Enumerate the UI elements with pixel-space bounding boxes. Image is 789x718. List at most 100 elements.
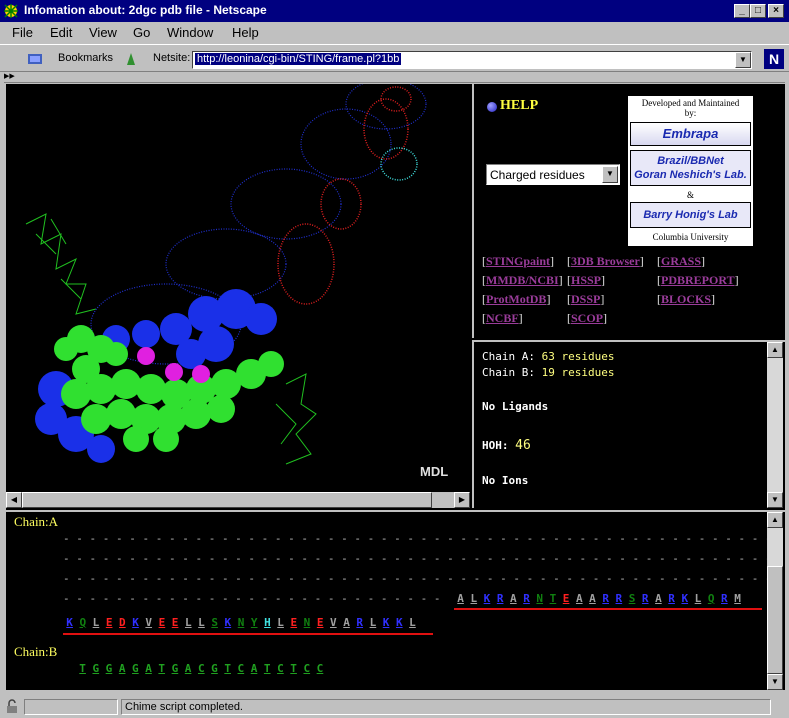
residue[interactable]: E bbox=[103, 616, 116, 629]
brazil-bbnet-logo[interactable]: Brazil/BBNet Goran Neshich's Lab. bbox=[630, 150, 751, 186]
seq-scroll-down-button[interactable]: ▼ bbox=[767, 674, 783, 690]
info-scroll-down-button[interactable]: ▼ bbox=[767, 492, 783, 508]
residue[interactable]: A bbox=[573, 592, 586, 605]
residue[interactable]: A bbox=[454, 592, 467, 605]
maximize-button[interactable]: □ bbox=[750, 4, 766, 18]
residue[interactable]: E bbox=[155, 616, 168, 629]
link-hssp[interactable]: HSSP bbox=[571, 273, 601, 287]
residue[interactable]: L bbox=[274, 616, 287, 629]
bookmarks-button[interactable]: Bookmarks bbox=[58, 52, 113, 64]
residue[interactable]: R bbox=[494, 592, 507, 605]
residue[interactable]: R bbox=[520, 592, 533, 605]
menu-view[interactable]: View bbox=[89, 25, 117, 40]
link-protmotdb[interactable]: ProtMotDB bbox=[486, 292, 546, 306]
residue[interactable]: R bbox=[612, 592, 625, 605]
residue[interactable]: L bbox=[366, 616, 379, 629]
location-icon[interactable] bbox=[124, 51, 138, 67]
residue[interactable]: K bbox=[63, 616, 76, 629]
residue[interactable]: V bbox=[327, 616, 340, 629]
residue[interactable]: A bbox=[340, 616, 353, 629]
residue[interactable]: E bbox=[287, 616, 300, 629]
embrapa-logo[interactable]: Embrapa bbox=[630, 122, 751, 146]
close-button[interactable]: × bbox=[768, 4, 784, 18]
seq-scroll-thumb[interactable] bbox=[767, 566, 783, 674]
info-vscrollbar[interactable]: ▲ ▼ bbox=[767, 342, 783, 508]
residue[interactable]: G bbox=[102, 662, 115, 675]
residue[interactable]: R bbox=[353, 616, 366, 629]
residue[interactable]: T bbox=[287, 662, 300, 675]
residue[interactable]: G bbox=[168, 662, 181, 675]
residue[interactable]: L bbox=[195, 616, 208, 629]
scroll-right-button[interactable]: ▶ bbox=[454, 492, 470, 508]
residue[interactable]: D bbox=[116, 616, 129, 629]
link-mmdb-ncbi[interactable]: MMDB/NCBI bbox=[486, 273, 559, 287]
residue[interactable]: T bbox=[261, 662, 274, 675]
molecule-hscrollbar[interactable]: ◀ ▶ bbox=[6, 492, 470, 508]
hscroll-thumb[interactable] bbox=[22, 492, 432, 508]
info-scroll-up-button[interactable]: ▲ bbox=[767, 342, 783, 358]
link-pdbreport[interactable]: PDBREPORT bbox=[661, 273, 735, 287]
link-scop[interactable]: SCOP bbox=[571, 311, 603, 325]
tab-toggle-icon[interactable]: ▶▶ bbox=[4, 72, 18, 81]
help-link[interactable]: HELP bbox=[500, 98, 538, 114]
link-ncbf[interactable]: NCBF bbox=[486, 311, 519, 325]
residue[interactable]: H bbox=[261, 616, 274, 629]
seq-scroll-track[interactable] bbox=[767, 528, 783, 674]
residue[interactable]: K bbox=[678, 592, 691, 605]
residue[interactable]: A bbox=[142, 662, 155, 675]
residue[interactable]: N bbox=[300, 616, 313, 629]
menu-window[interactable]: Window bbox=[167, 25, 213, 40]
link-stingpaint[interactable]: STINGpaint bbox=[486, 254, 550, 268]
residue[interactable]: L bbox=[691, 592, 704, 605]
residue[interactable]: E bbox=[169, 616, 182, 629]
residue[interactable]: A bbox=[652, 592, 665, 605]
residue[interactable]: T bbox=[221, 662, 234, 675]
residue[interactable]: K bbox=[129, 616, 142, 629]
residue[interactable]: A bbox=[182, 662, 195, 675]
residue[interactable]: R bbox=[718, 592, 731, 605]
residue[interactable]: K bbox=[393, 616, 406, 629]
link-blocks[interactable]: BLOCKS bbox=[661, 292, 711, 306]
residue[interactable]: C bbox=[313, 662, 326, 675]
url-dropdown-button[interactable]: ▼ bbox=[735, 52, 751, 68]
residue[interactable]: Q bbox=[76, 616, 89, 629]
residue[interactable]: A bbox=[507, 592, 520, 605]
residue[interactable]: A bbox=[586, 592, 599, 605]
residue[interactable]: C bbox=[300, 662, 313, 675]
menu-edit[interactable]: Edit bbox=[50, 25, 72, 40]
residue[interactable]: L bbox=[89, 616, 102, 629]
link-3db-browser[interactable]: 3DB Browser bbox=[571, 254, 640, 268]
netscape-logo-icon[interactable] bbox=[3, 3, 19, 19]
residue[interactable]: K bbox=[480, 592, 493, 605]
residue[interactable]: Q bbox=[705, 592, 718, 605]
sequence-vscrollbar[interactable]: ▲ ▼ bbox=[767, 512, 783, 690]
residue[interactable]: R bbox=[599, 592, 612, 605]
bookmarks-icon[interactable] bbox=[26, 51, 46, 67]
residue[interactable]: R bbox=[639, 592, 652, 605]
link-grass[interactable]: GRASS bbox=[661, 254, 701, 268]
residue[interactable]: L bbox=[406, 616, 419, 629]
residue[interactable]: R bbox=[665, 592, 678, 605]
honig-lab-logo[interactable]: Barry Honig's Lab bbox=[630, 202, 751, 228]
minimize-button[interactable]: _ bbox=[734, 4, 750, 18]
residue[interactable]: K bbox=[380, 616, 393, 629]
molecule-viewer[interactable]: MDL bbox=[6, 84, 470, 492]
residue[interactable]: G bbox=[208, 662, 221, 675]
residue[interactable]: E bbox=[314, 616, 327, 629]
residue[interactable]: T bbox=[546, 592, 559, 605]
residue[interactable]: C bbox=[234, 662, 247, 675]
url-input[interactable]: http://leonina/cgi-bin/STING/frame.pl?1b… bbox=[192, 51, 752, 69]
menu-help[interactable]: Help bbox=[232, 25, 259, 40]
residue[interactable]: E bbox=[560, 592, 573, 605]
residue[interactable]: N bbox=[533, 592, 546, 605]
security-icon[interactable] bbox=[4, 699, 20, 715]
residue[interactable]: K bbox=[221, 616, 234, 629]
residue[interactable]: V bbox=[142, 616, 155, 629]
residue[interactable]: A bbox=[247, 662, 260, 675]
residue[interactable]: L bbox=[182, 616, 195, 629]
residue[interactable]: G bbox=[129, 662, 142, 675]
menu-go[interactable]: Go bbox=[133, 25, 150, 40]
residue[interactable]: N bbox=[234, 616, 247, 629]
link-dssp[interactable]: DSSP bbox=[571, 292, 600, 306]
residue[interactable]: Y bbox=[248, 616, 261, 629]
